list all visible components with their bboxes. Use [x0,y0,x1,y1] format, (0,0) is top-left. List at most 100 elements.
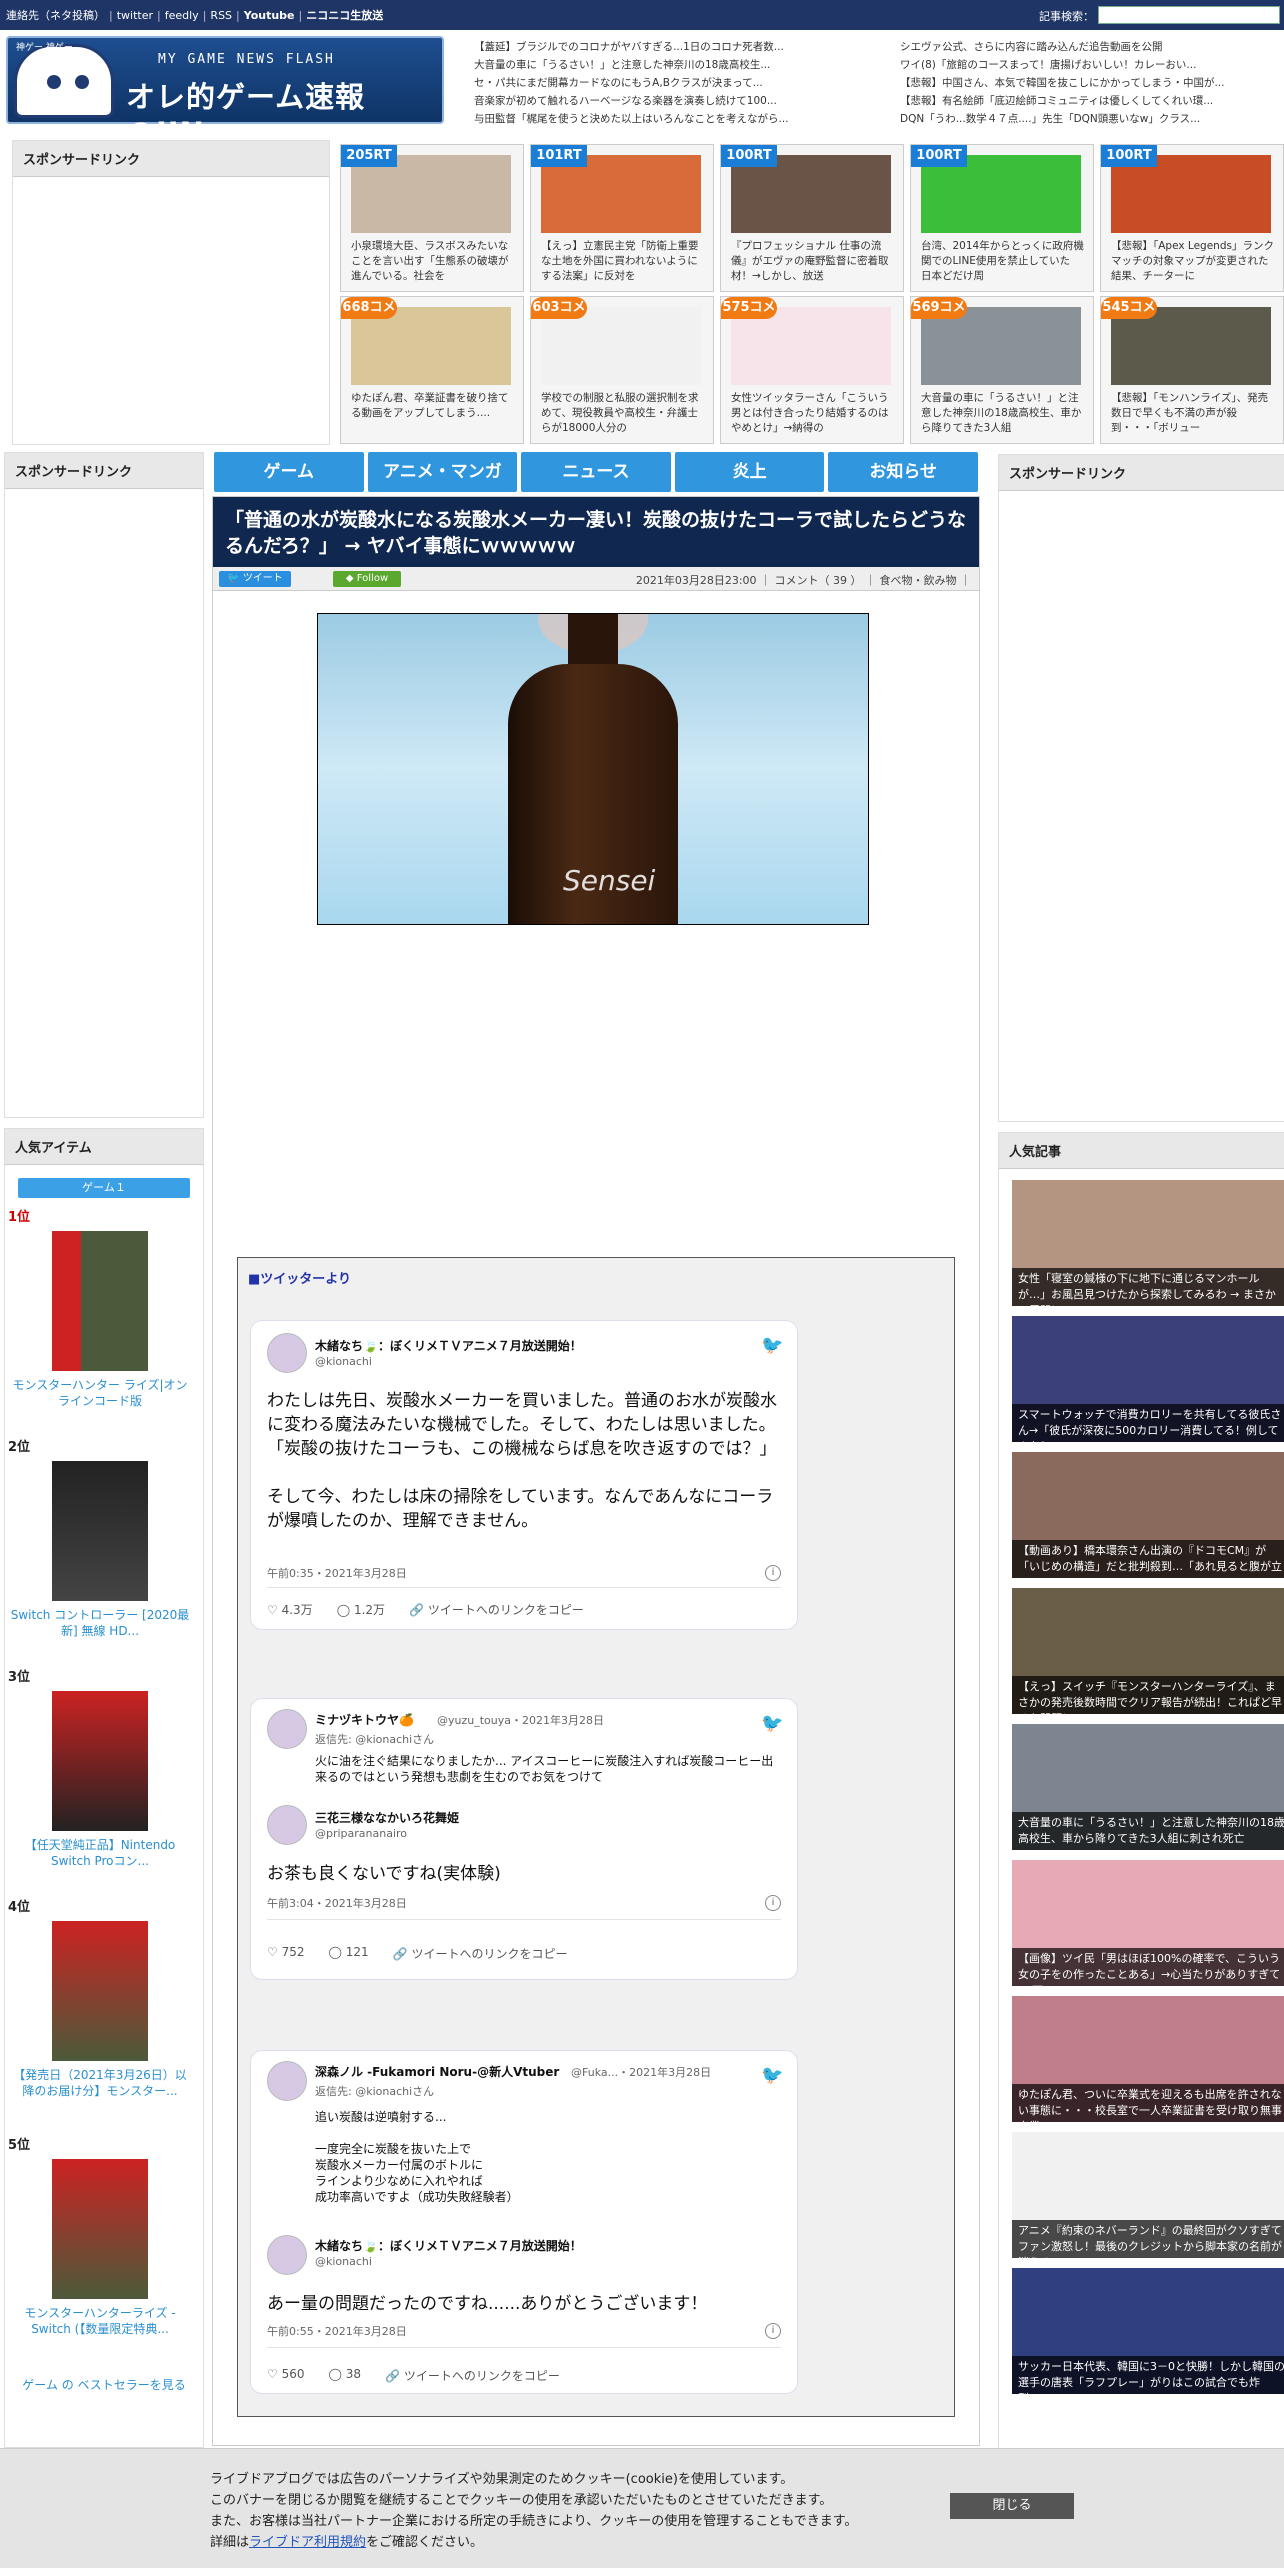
tweet-time[interactable]: 午前0:35・2021年3月28日 [267,1565,407,1581]
tweet-handle[interactable]: @kionachi [315,2255,372,2268]
tweet-author[interactable]: 深森ノル -Fukamori Noru-@新人Vtuber [315,2063,559,2080]
niconico-link[interactable]: ニコニコ生放送 [306,7,383,23]
reply-button[interactable]: ◯ 121 [329,1945,369,1962]
rss-link[interactable]: RSS [210,9,232,22]
ranking-title[interactable]: 大音量の車に「うるさい！」と注意した神奈川の18歳高校生、車から降りてきた3人組… [1012,1812,1284,1850]
product-image[interactable] [52,1921,148,2061]
ranking-item[interactable]: スマートウォッチで消費カロリーを共有してる彼氏さん→「彼氏が深夜に500カロリー… [1012,1316,1284,1442]
reply-to[interactable]: 返信先: @kionachiさん [315,2083,434,2099]
card-title[interactable]: 『プロフェッショナル 仕事の流儀』がエヴァの庵野監督に密着取材！→しかし、放送 [731,239,897,289]
ranking-title[interactable]: ゆたぽん君、ついに卒業式を迎えるも出席を許されない事態に・・・校長室で一人卒業証… [1012,2084,1284,2122]
search-input[interactable] [1098,6,1280,24]
copy-link-button[interactable]: 🔗 ツイートへのリンクをコピー [409,1601,584,1618]
headline-link[interactable]: シエヴァ公式、さらに内容に踏み込んだ追告動画を公開 [900,38,1284,56]
avatar[interactable] [267,2235,307,2275]
tweet-handle[interactable]: @Fuka...・2021年3月28日 [571,2064,711,2080]
tweet-time[interactable]: 午前3:04・2021年3月28日 [267,1895,407,1911]
nav-game[interactable]: ゲーム [214,452,364,492]
product-name[interactable]: Switch コントローラー [2020最新] 無線 HD... [8,1607,192,1639]
tab-game1[interactable]: ゲーム１ [18,1178,190,1198]
tweet-handle[interactable]: @priparananairo [315,1827,407,1840]
headline-link[interactable]: 【悲報】有名絵師「底辺絵師コミュニティは優しくしてくれい環... [900,92,1284,110]
nav-anime[interactable]: アニメ・マンガ [367,452,518,492]
info-icon[interactable]: i [765,1565,781,1581]
ranking-item[interactable]: 【動画あり】橋本環奈さん出演の『ドコモCM』が「いじめの構造」だと批判殺到…「あ… [1012,1452,1284,1578]
reply-button[interactable]: ◯ 1.2万 [337,1601,385,1618]
article-card[interactable]: 学校での制服と私服の選択制を求めて、現役教員や高校生・弁護士らが18000人分の… [530,296,714,444]
nav-news[interactable]: ニュース [521,452,671,492]
contact-link[interactable]: 連絡先（ネタ投稿） [6,7,105,23]
copy-link-button[interactable]: 🔗 ツイートへのリンクをコピー [393,1945,568,1962]
nav-flame[interactable]: 炎上 [674,452,825,492]
headline-link[interactable]: 与田監督「梶尾を使うと決めた以上はいろんなことを考えながら... [474,110,869,128]
avatar[interactable] [267,1333,307,1373]
feedly-link[interactable]: feedly [165,9,199,22]
popular-item[interactable]: 4位 【発売日（2021年3月26日）以降のお届け分】モンスター... [8,1896,192,2099]
article-title[interactable]: 「普通の水が炭酸水になる炭酸水メーカー凄い！炭酸の抜けたコーラで試したらどうなる… [213,497,979,567]
article-card[interactable]: 台湾、2014年からとっくに政府機関でのLINE使用を禁止していた 日本どだけ周… [910,144,1094,292]
tweet-time[interactable]: 午前0:55・2021年3月28日 [267,2323,407,2339]
headline-link[interactable]: DQN「うわ...数学４７点....」先生「DQN頭悪いなw」クラス... [900,110,1284,128]
ranking-item[interactable]: 大音量の車に「うるさい！」と注意した神奈川の18歳高校生、車から降りてきた3人組… [1012,1724,1284,1850]
ranking-title[interactable]: 【えっ】スイッチ『モンスターハンターライズ』、まさかの発売後数時間でクリア報告が… [1012,1676,1284,1714]
card-title[interactable]: 女性ツイッタラーさん「こういう男とは付き合ったり結婚するのはやめとけ」→納得の [731,391,897,441]
tweet-author[interactable]: ミナヅキトウヤ🍊 [315,1711,414,1728]
article-card[interactable]: 『プロフェッショナル 仕事の流儀』がエヴァの庵野監督に密着取材！→しかし、放送 1… [720,144,904,292]
ranking-item[interactable]: 女性「寝室の鍼様の下に地下に通じるマンホールが…」お風呂見つけたから探索してみる… [1012,1180,1284,1306]
twitter-link[interactable]: twitter [117,9,153,22]
twitter-bird-icon[interactable]: 🐦 [761,2065,783,2086]
article-card[interactable]: 女性ツイッタラーさん「こういう男とは付き合ったり結婚するのはやめとけ」→納得の 5… [720,296,904,444]
card-title[interactable]: 【悲報】「モンハンライズ」、発売数日で早くも不満の声が殺到・・・「ボリュー [1111,391,1277,441]
ranking-item[interactable]: サッカー日本代表、韓国に3－0と快勝！しかし韓国の選手の唐表「ラフプレー」がりは… [1012,2268,1284,2394]
ranking-title[interactable]: アニメ『約束のネバーランド』の最終回がクソすぎてファン激怒し！最後のクレジットか… [1012,2220,1284,2258]
ranking-title[interactable]: スマートウォッチで消費カロリーを共有してる彼氏さん→「彼氏が深夜に500カロリー… [1012,1404,1284,1442]
twitter-bird-icon[interactable]: 🐦 [761,1713,783,1734]
youtube-link[interactable]: Youtube [244,9,295,22]
article-card[interactable]: 【悲報】「モンハンライズ」、発売数日で早くも不満の声が殺到・・・「ボリュー 545… [1100,296,1284,444]
product-image[interactable] [52,1461,148,1601]
article-card[interactable]: 大音量の車に「うるさい！」と注意した神奈川の18歳高校生、車から降りてきた3人組… [910,296,1094,444]
avatar[interactable] [267,1709,307,1749]
product-name[interactable]: モンスターハンターライズ -Switch (【数量限定特典... [8,2305,192,2337]
tweet-author[interactable]: 木緒なち🍃：ぼくリメＴＶアニメ７月放送開始！ [315,2237,582,2254]
avatar[interactable] [267,1805,307,1845]
tweet-handle[interactable]: @yuzu_touya・2021年3月28日 [437,1712,604,1728]
headline-link[interactable]: ワイ(8)「旅館のコースまって！唐揚げおいしい！カレーおい... [900,56,1284,74]
article-card[interactable]: 【えっ】立憲民主党「防衛上重要な土地を外国に買われないようにする法案」に反対を 1… [530,144,714,292]
headline-link[interactable]: 【蓋延】ブラジルでのコロナがヤバすぎる...1日のコロナ死者数... [474,38,869,56]
tweet-button[interactable]: 🐦 ツイート [219,571,291,587]
card-title[interactable]: 大音量の車に「うるさい！」と注意した神奈川の18歳高校生、車から降りてきた3人組 [921,391,1087,441]
product-name[interactable]: 【任天堂純正品】Nintendo Switch Proコン... [8,1837,192,1869]
tweet-card[interactable]: 木緒なち🍃：ぼくリメＴＶアニメ７月放送開始！ @kionachi 🐦 わたしは先… [250,1320,798,1630]
bestseller-link[interactable]: ゲーム の ベストセラーを見る [12,2376,196,2393]
product-name[interactable]: モンスターハンター ライズ|オンラインコード版 [8,1377,192,1409]
close-button[interactable]: 閉じる [950,2493,1074,2519]
terms-link[interactable]: ライブドア利用規約 [249,2535,366,2550]
card-title[interactable]: 小泉環境大臣、ラスボスみたいなことを言い出す「生態系の破壊が進んでいる。社会を [351,239,517,289]
like-button[interactable]: ♡ 752 [267,1945,305,1962]
tweet-card[interactable]: 深森ノル -Fukamori Noru-@新人Vtuber @Fuka...・2… [250,2050,798,2394]
headline-link[interactable]: 音楽家が初めて触れるハーベージなる楽器を演奏し続けて100... [474,92,869,110]
follow-button[interactable]: ◆ Follow [333,571,401,587]
info-icon[interactable]: i [765,1895,781,1911]
card-title[interactable]: ゆたぽん君、卒業証書を破り捨てる動画をアップしてしまう.... [351,391,517,441]
avatar[interactable] [267,2061,307,2101]
article-card[interactable]: ゆたぽん君、卒業証書を破り捨てる動画をアップしてしまう.... 668コメ [340,296,524,444]
info-icon[interactable]: i [765,2323,781,2339]
popular-item[interactable]: 3位 【任天堂純正品】Nintendo Switch Proコン... [8,1666,192,1869]
site-logo[interactable]: 神ゲー 神ゲー MY GAME NEWS FLASH オレ的ゲーム速報@JIN [6,36,444,150]
article-card[interactable]: 小泉環境大臣、ラスボスみたいなことを言い出す「生態系の破壊が進んでいる。社会を 2… [340,144,524,292]
tweet-author[interactable]: 三花三様ななかいろ花舞姫 [315,1809,459,1826]
ranking-title[interactable]: 【動画あり】橋本環奈さん出演の『ドコモCM』が「いじめの構造」だと批判殺到…「あ… [1012,1540,1284,1578]
like-button[interactable]: ♡ 4.3万 [267,1601,313,1618]
card-title[interactable]: 【えっ】立憲民主党「防衛上重要な土地を外国に買われないようにする法案」に反対を [541,239,707,289]
like-button[interactable]: ♡ 560 [267,2367,305,2384]
product-name[interactable]: 【発売日（2021年3月26日）以降のお届け分】モンスター... [8,2067,192,2099]
card-title[interactable]: 学校での制服と私服の選択制を求めて、現役教員や高校生・弁護士らが18000人分の [541,391,707,441]
headline-link[interactable]: 大音量の車に「うるさい！」と注意した神奈川の18歳高校生... [474,56,869,74]
ranking-item[interactable]: 【画像】ツイ民「男はほぼ100%の確率で、こういう女の子をの作ったことある」→心… [1012,1860,1284,1986]
ranking-title[interactable]: 女性「寝室の鍼様の下に地下に通じるマンホールが…」お風呂見つけたから探索してみる… [1012,1268,1284,1306]
reply-to[interactable]: 返信先: @kionachiさん [315,1731,434,1747]
tweet-handle[interactable]: @kionachi [315,1355,372,1368]
article-card[interactable]: 【悲報】「Apex Legends」ランクマッチの対象マップが変更された結果、チ… [1100,144,1284,292]
